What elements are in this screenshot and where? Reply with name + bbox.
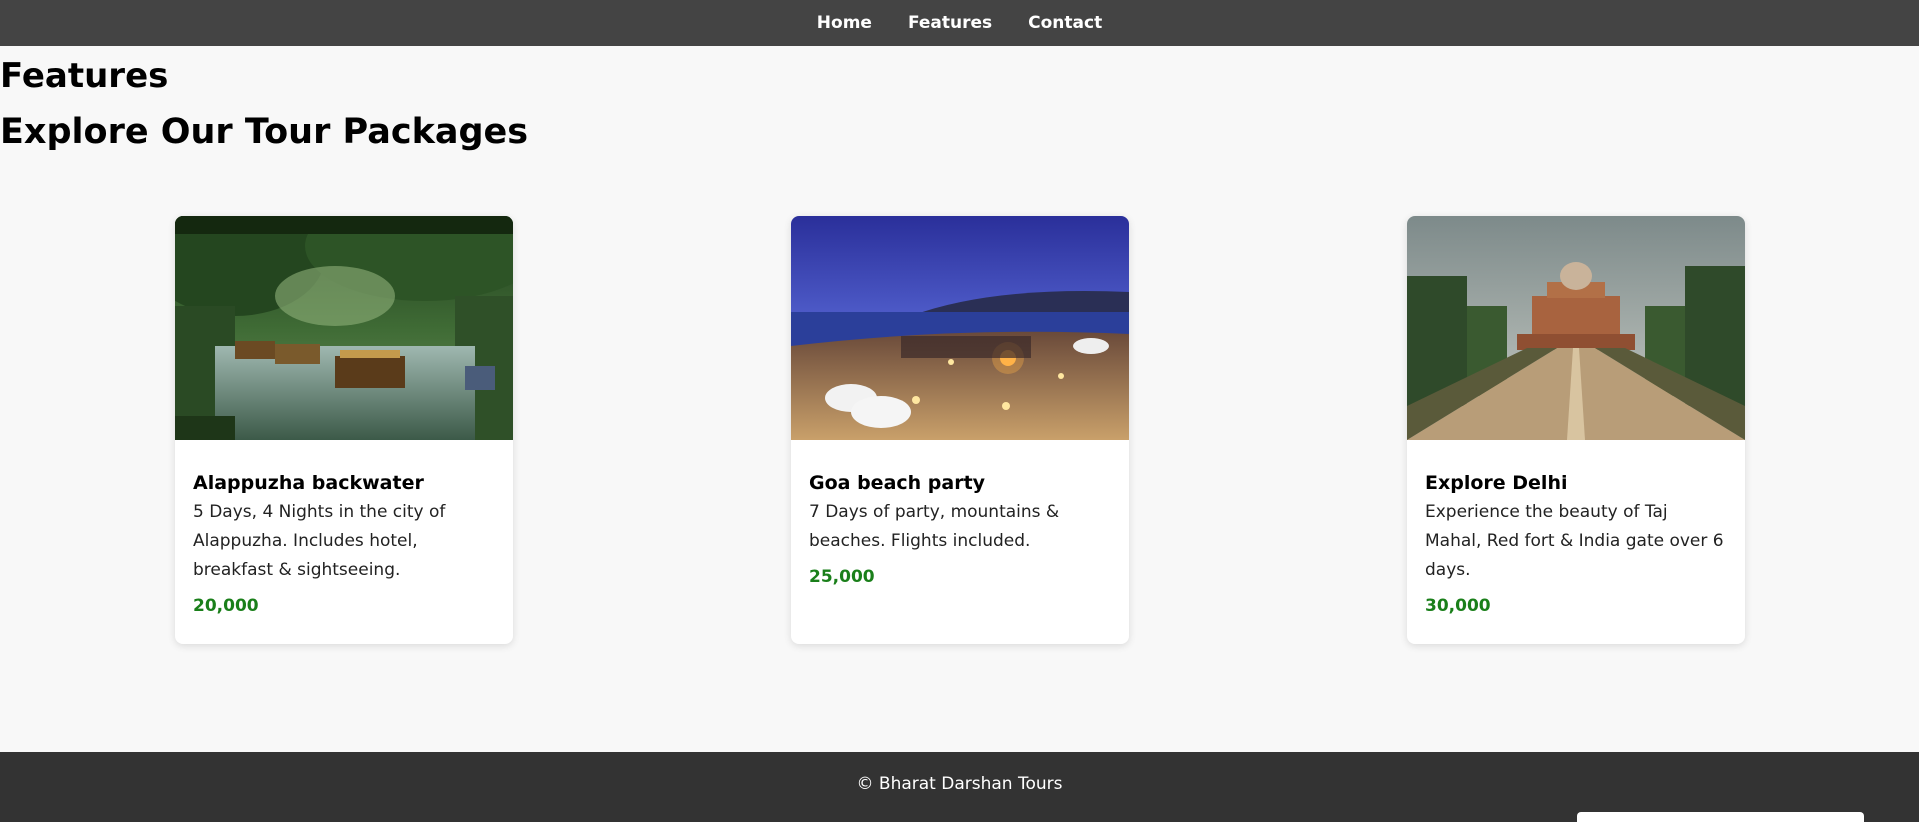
delhi-monument-photo bbox=[1407, 216, 1745, 440]
card-description: 5 Days, 4 Nights in the city of Alappuzh… bbox=[193, 502, 446, 580]
backwater-photo bbox=[175, 216, 513, 440]
footer-copyright: © Bharat Darshan Tours bbox=[856, 774, 1063, 794]
nav-link-home[interactable]: Home bbox=[817, 13, 872, 33]
footer-overlay-tab bbox=[1577, 812, 1864, 822]
tour-card-alappuzha[interactable]: Alappuzha backwater 5 Days, 4 Nights in … bbox=[175, 216, 513, 644]
nav-link-contact[interactable]: Contact bbox=[1028, 13, 1102, 33]
card-title: Explore Delhi bbox=[1425, 472, 1568, 494]
card-price: 25,000 bbox=[809, 567, 875, 587]
nav-link-features[interactable]: Features bbox=[908, 13, 992, 33]
card-description: 7 Days of party, mountains & beaches. Fl… bbox=[809, 502, 1060, 551]
top-navbar: Home Features Contact bbox=[0, 0, 1919, 46]
beach-party-photo bbox=[791, 216, 1129, 440]
section-title: Features bbox=[0, 56, 169, 96]
card-price: 30,000 bbox=[1425, 596, 1491, 616]
card-title: Goa beach party bbox=[809, 472, 986, 494]
tour-card-goa[interactable]: Goa beach party 7 Days of party, mountai… bbox=[791, 216, 1129, 644]
tour-card-delhi[interactable]: Explore Delhi Experience the beauty of T… bbox=[1407, 216, 1745, 644]
card-price: 20,000 bbox=[193, 596, 259, 616]
packages-subtitle: Explore Our Tour Packages bbox=[0, 112, 529, 152]
card-description: Experience the beauty of Taj Mahal, Red … bbox=[1425, 502, 1724, 580]
card-title: Alappuzha backwater bbox=[193, 472, 424, 494]
